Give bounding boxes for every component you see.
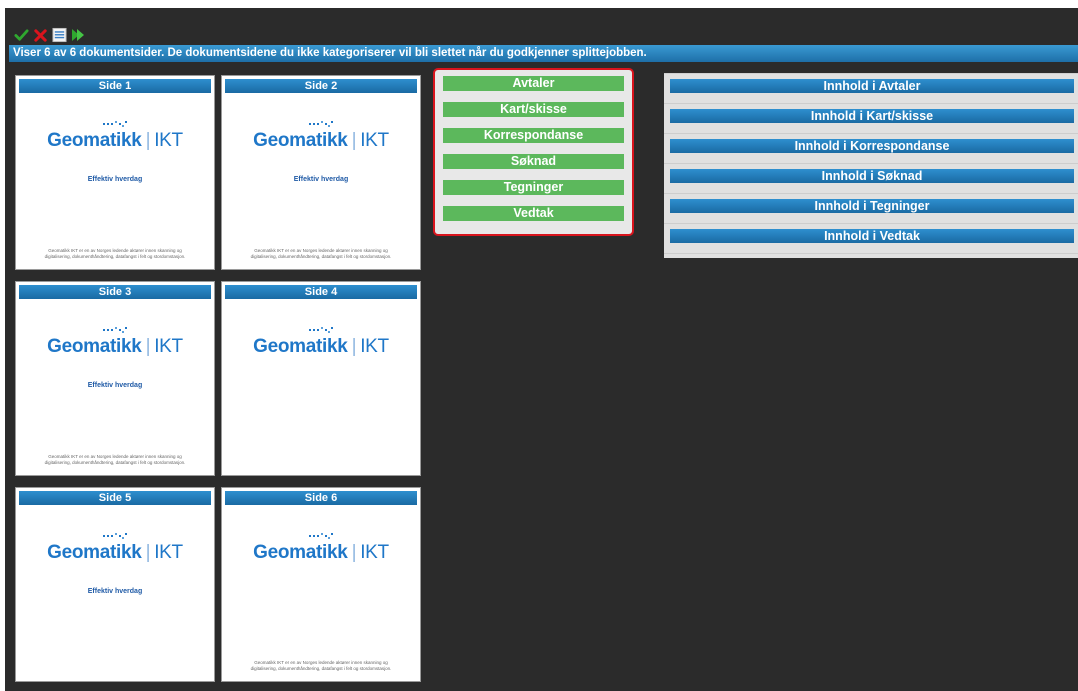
logo-dots-icon — [103, 121, 127, 127]
page-label: Side 3 — [19, 285, 211, 299]
category-button[interactable]: Avtaler — [443, 76, 624, 91]
info-bar: Viser 6 av 6 dokumentsider. De dokuments… — [9, 45, 1078, 62]
page-thumbnail[interactable]: Side 1 Geomatikk | IKT Effektiv hverdag Geoma… — [15, 75, 215, 270]
content-section-header[interactable]: Innhold i Korrespondanse — [670, 139, 1074, 153]
page-thumbnail[interactable]: Side 3 Geomatikk | IKT Effektiv hverdag Geoma… — [15, 281, 215, 476]
checkmark-icon — [13, 28, 29, 41]
category-button[interactable]: Kart/skisse — [443, 102, 624, 117]
logo-dots-icon — [309, 327, 333, 333]
logo-dots-icon — [309, 121, 333, 127]
document-list-button[interactable] — [51, 27, 67, 43]
category-button[interactable]: Korrespondanse — [443, 128, 624, 143]
play-forward-icon — [72, 29, 84, 41]
page-label: Side 2 — [225, 79, 417, 93]
toolbar — [13, 26, 86, 44]
forward-button[interactable] — [70, 27, 86, 43]
page-thumbnail[interactable]: Side 6 Geomatikk | IKT Geomatikk IKT er en a… — [221, 487, 421, 682]
page-tagline: Effektiv hverdag — [87, 382, 143, 389]
page-footer-text: Geomatikk IKT er en av Norges ledende ak… — [44, 454, 186, 465]
geomatikk-logo: Geomatikk | IKT — [16, 112, 214, 152]
geomatikk-logo: Geomatikk | IKT — [16, 524, 214, 564]
logo-dots-icon — [309, 533, 333, 539]
page-tagline: Effektiv hverdag — [87, 588, 143, 595]
content-section: Innhold i Korrespondanse — [664, 134, 1078, 164]
content-section-header[interactable]: Innhold i Kart/skisse — [670, 109, 1074, 123]
page-tagline: Effektiv hverdag — [293, 176, 349, 183]
geomatikk-logo: Geomatikk | IKT — [222, 318, 420, 358]
content-section: Innhold i Tegninger — [664, 194, 1078, 224]
page-footer-text: Geomatikk IKT er en av Norges ledende ak… — [250, 248, 392, 259]
page-label: Side 1 — [19, 79, 211, 93]
page-tagline: Effektiv hverdag — [87, 176, 143, 183]
content-section-header[interactable]: Innhold i Avtaler — [670, 79, 1074, 93]
page-thumbnail[interactable]: Side 4 Geomatikk | IKT — [221, 281, 421, 476]
content-section: Innhold i Vedtak — [664, 224, 1078, 254]
page-thumbnail[interactable]: Side 5 Geomatikk | IKT Effektiv hverdag — [15, 487, 215, 682]
category-button[interactable]: Vedtak — [443, 206, 624, 221]
document-list-icon — [51, 27, 67, 43]
geomatikk-logo: Geomatikk | IKT — [16, 318, 214, 358]
geomatikk-logo: Geomatikk | IKT — [222, 112, 420, 152]
x-icon — [33, 28, 47, 42]
page-thumbnail[interactable]: Side 2 Geomatikk | IKT Effektiv hverdag Geoma… — [221, 75, 421, 270]
content-section: Innhold i Avtaler — [664, 74, 1078, 104]
category-panel: Avtaler Kart/skisse Korrespondanse Søknad Te… — [433, 68, 634, 236]
content-section: Innhold i Søknad — [664, 164, 1078, 194]
logo-dots-icon — [103, 327, 127, 333]
page-footer-text: Geomatikk IKT er en av Norges ledende ak… — [44, 248, 186, 259]
content-section-header[interactable]: Innhold i Tegninger — [670, 199, 1074, 213]
geomatikk-logo: Geomatikk | IKT — [222, 524, 420, 564]
content-section-header[interactable]: Innhold i Søknad — [670, 169, 1074, 183]
page-label: Side 6 — [225, 491, 417, 505]
content-section-header[interactable]: Innhold i Vedtak — [670, 229, 1074, 243]
page-label: Side 4 — [225, 285, 417, 299]
content-section: Innhold i Kart/skisse — [664, 104, 1078, 134]
category-button[interactable]: Tegninger — [443, 180, 624, 195]
approve-button[interactable] — [13, 27, 29, 43]
content-panel: Innhold i Avtaler Innhold i Kart/skisse In… — [664, 73, 1078, 258]
category-button[interactable]: Søknad — [443, 154, 624, 169]
page-footer-text: Geomatikk IKT er en av Norges ledende ak… — [250, 660, 392, 671]
page-label: Side 5 — [19, 491, 211, 505]
cancel-button[interactable] — [32, 27, 48, 43]
logo-dots-icon — [103, 533, 127, 539]
